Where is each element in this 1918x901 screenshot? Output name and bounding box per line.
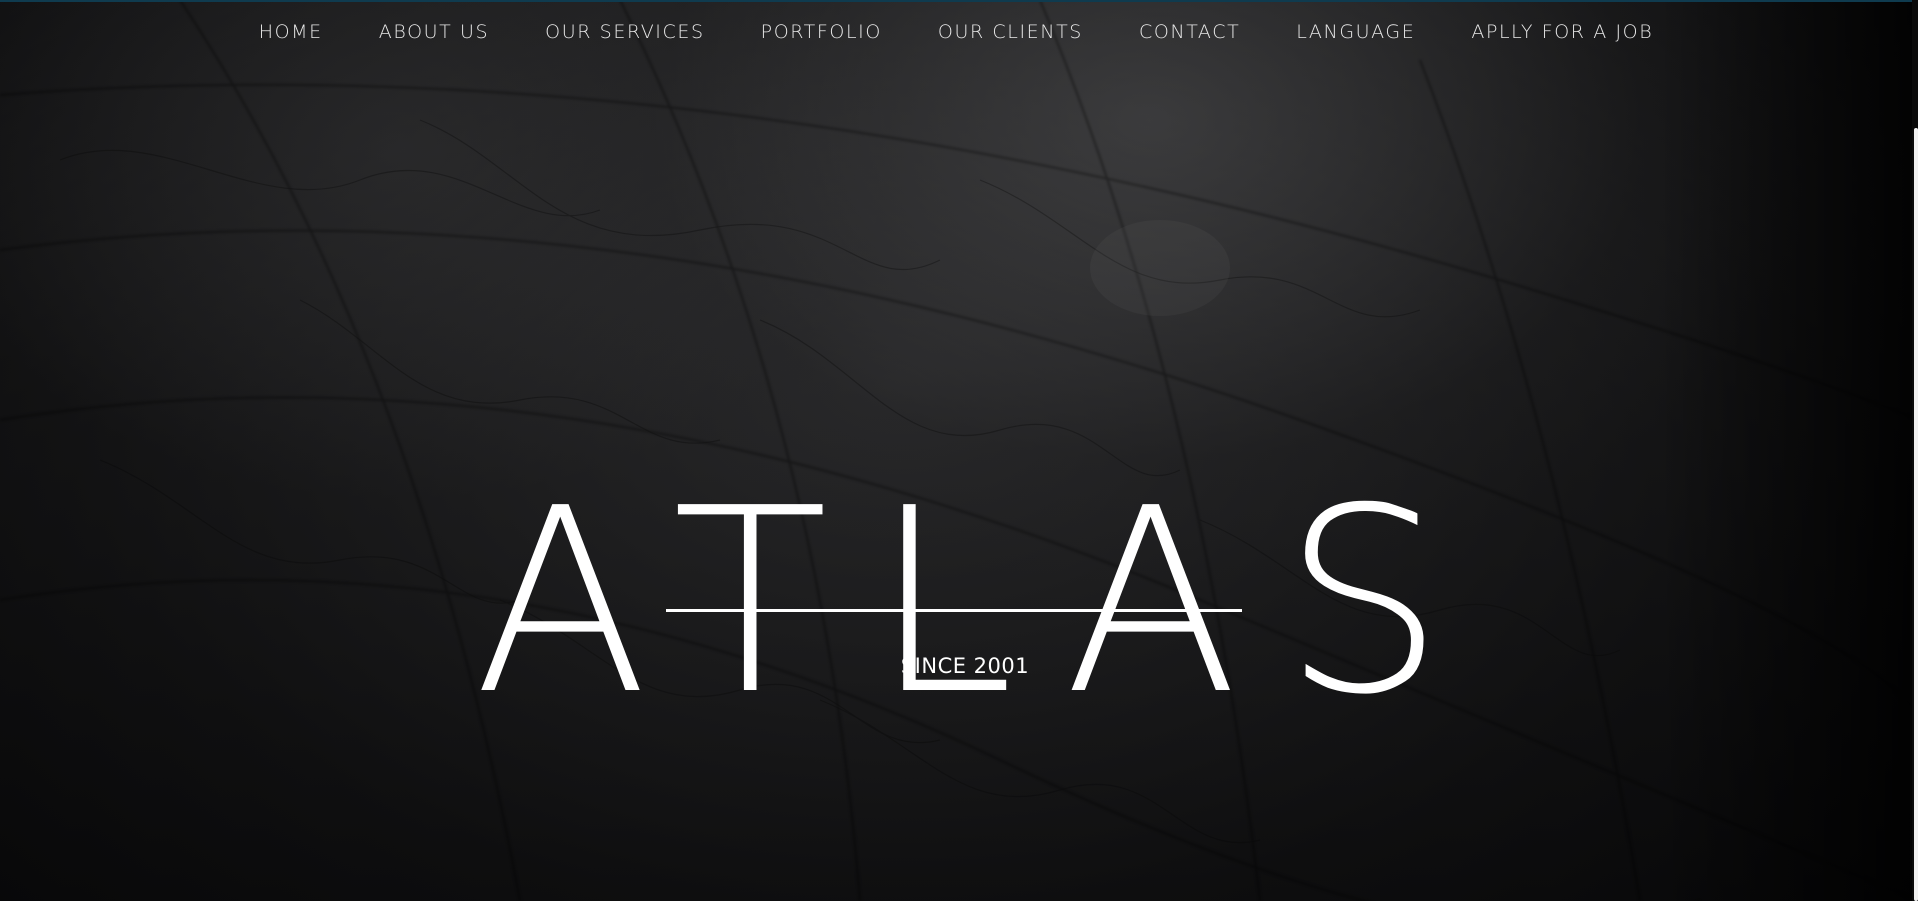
nav-item-our-services[interactable]: OUR SERVICES (517, 21, 732, 43)
page-viewport: HOME ABOUT US OUR SERVICES PORTFOLIO OUR… (0, 0, 1918, 901)
main-navigation: HOME ABOUT US OUR SERVICES PORTFOLIO OUR… (0, 0, 1918, 64)
nav-item-contact[interactable]: CONTACT (1111, 21, 1268, 43)
hero-section: ATLAS SINCE 2001 (0, 0, 1918, 901)
nav-item-home[interactable]: HOME (231, 21, 351, 43)
scrollbar-thumb[interactable] (1914, 128, 1918, 901)
brand-title: ATLAS (473, 453, 1489, 751)
title-divider (666, 609, 1242, 612)
page-scrollbar[interactable] (1912, 0, 1918, 901)
nav-item-about-us[interactable]: ABOUT US (351, 21, 517, 43)
nav-menu: HOME ABOUT US OUR SERVICES PORTFOLIO OUR… (231, 0, 1682, 64)
since-tagline: SINCE 2001 (900, 654, 1030, 678)
nav-item-our-clients[interactable]: OUR CLIENTS (910, 21, 1111, 43)
nav-item-portfolio[interactable]: PORTFOLIO (733, 21, 910, 43)
nav-item-language[interactable]: LANGUAGE (1268, 21, 1443, 43)
nav-item-apply-for-a-job[interactable]: APLLY FOR A JOB (1443, 21, 1681, 43)
